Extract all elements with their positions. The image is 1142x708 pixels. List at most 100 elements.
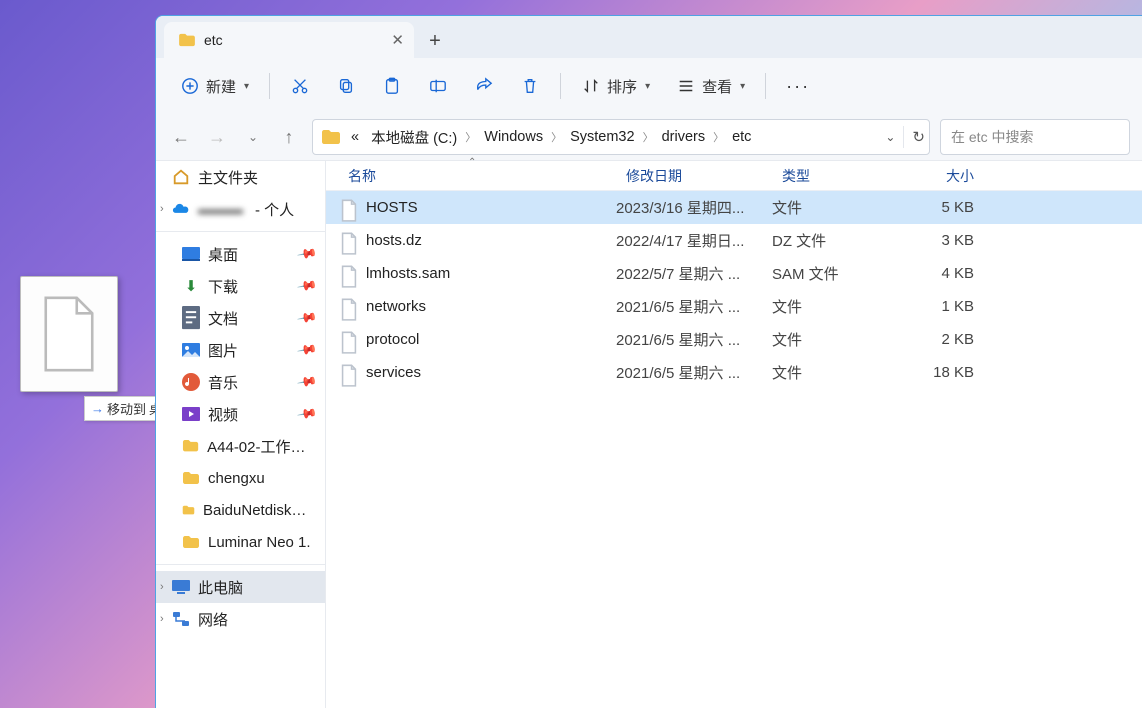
file-size: 2 KB: [902, 331, 984, 348]
breadcrumb[interactable]: 本地磁盘 (C:): [365, 127, 463, 148]
video-icon: [182, 405, 200, 423]
sidebar-item-label: 此电脑: [198, 577, 243, 598]
file-size: 5 KB: [902, 199, 984, 216]
view-button[interactable]: 查看 ▾: [666, 68, 755, 104]
new-label: 新建: [206, 76, 236, 97]
cloud-icon: [172, 200, 190, 218]
folder-icon: [182, 469, 200, 487]
file-type: 文件: [772, 362, 902, 383]
rename-button[interactable]: [418, 68, 458, 104]
breadcrumb[interactable]: drivers: [656, 129, 712, 145]
toolbar: 新建 ▾ 排序 ▾ 查看 ▾ ···: [156, 58, 1142, 114]
sidebar-item-folder[interactable]: BaiduNetdiskDownload: [156, 494, 325, 526]
sort-label: 排序: [607, 76, 637, 97]
plus-circle-icon: [180, 76, 200, 96]
file-name: lmhosts.sam: [366, 265, 450, 282]
tab-etc[interactable]: etc ✕: [164, 22, 414, 58]
arrow-icon: →: [91, 401, 104, 416]
sort-arrow-icon: ⌃: [468, 157, 476, 168]
sidebar-item-folder[interactable]: A44-02-工作总结: [156, 430, 325, 462]
file-type: SAM 文件: [772, 263, 902, 284]
tab-close-icon[interactable]: ✕: [391, 31, 404, 49]
recent-dropdown[interactable]: ⌄: [240, 124, 266, 150]
sidebar-item-desktop[interactable]: 桌面 📌: [156, 238, 325, 270]
file-icon: [340, 331, 358, 349]
document-icon: [182, 309, 200, 327]
file-row[interactable]: services2021/6/5 星期六 ...文件18 KB: [326, 356, 1142, 389]
file-row[interactable]: networks2021/6/5 星期六 ...文件1 KB: [326, 290, 1142, 323]
breadcrumb-overflow[interactable]: «: [345, 129, 365, 145]
paste-button[interactable]: [372, 68, 412, 104]
refresh-button[interactable]: ↻: [912, 128, 925, 146]
copy-icon: [336, 76, 356, 96]
clipboard-icon: [382, 76, 402, 96]
desktop-icon: [182, 245, 200, 263]
sidebar-item-music[interactable]: 音乐 📌: [156, 366, 325, 398]
file-size: 3 KB: [902, 232, 984, 249]
sidebar-onedrive-personal[interactable]: › ▬▬▬ - 个人: [156, 193, 325, 225]
column-type[interactable]: 类型: [772, 161, 902, 190]
new-tab-button[interactable]: +: [418, 24, 452, 58]
share-button[interactable]: [464, 68, 504, 104]
forward-button[interactable]: →: [204, 124, 230, 150]
sidebar-item-label: 图片: [208, 340, 238, 361]
sort-icon: [581, 76, 601, 96]
file-row[interactable]: lmhosts.sam2022/5/7 星期六 ...SAM 文件4 KB: [326, 257, 1142, 290]
sidebar-item-documents[interactable]: 文档📌: [156, 302, 325, 334]
sidebar-item-pictures[interactable]: 图片📌: [156, 334, 325, 366]
sidebar-item-label: 桌面: [208, 244, 238, 265]
tooltip-action: 移动到: [107, 399, 146, 418]
breadcrumb[interactable]: etc: [726, 129, 757, 145]
copy-button[interactable]: [326, 68, 366, 104]
file-type: 文件: [772, 197, 902, 218]
sidebar-item-downloads[interactable]: ⬇下载📌: [156, 270, 325, 302]
sidebar-item-label: BaiduNetdiskDownload: [203, 502, 315, 519]
file-type: 文件: [772, 296, 902, 317]
sidebar-item-folder[interactable]: chengxu: [156, 462, 325, 494]
sidebar-this-pc[interactable]: › 此电脑: [156, 571, 325, 603]
more-button[interactable]: ···: [776, 68, 820, 104]
chevron-right-icon: 〉: [711, 129, 726, 145]
delete-button[interactable]: [510, 68, 550, 104]
breadcrumb[interactable]: Windows: [478, 129, 549, 145]
drag-ghost-file: [20, 276, 118, 392]
file-icon: [340, 364, 358, 382]
sort-button[interactable]: 排序 ▾: [571, 68, 660, 104]
pc-icon: [172, 578, 190, 596]
sidebar-item-label: - 个人: [255, 199, 294, 220]
view-label: 查看: [702, 76, 732, 97]
column-date[interactable]: 修改日期: [616, 161, 772, 190]
sidebar-item-label: Luminar Neo 1.: [208, 534, 311, 551]
file-icon: [340, 265, 358, 283]
file-date: 2022/4/17 星期日...: [616, 230, 772, 251]
address-bar[interactable]: « 本地磁盘 (C:) 〉 Windows 〉 System32 〉 drive…: [312, 119, 930, 155]
breadcrumb[interactable]: System32: [564, 129, 640, 145]
sidebar-item-videos[interactable]: 视频📌: [156, 398, 325, 430]
cut-button[interactable]: [280, 68, 320, 104]
sidebar-item-label: 音乐: [208, 372, 238, 393]
new-button[interactable]: 新建 ▾: [170, 68, 259, 104]
file-date: 2022/5/7 星期六 ...: [616, 263, 772, 284]
pin-icon: 📌: [296, 371, 318, 393]
up-button[interactable]: ↑: [276, 124, 302, 150]
column-size[interactable]: 大小: [902, 161, 984, 190]
pin-icon: 📌: [296, 243, 318, 265]
separator: [765, 73, 766, 99]
column-headers: 名称 修改日期 类型 大小: [326, 161, 1142, 191]
chevron-down-icon: ▾: [740, 81, 745, 92]
folder-icon: [321, 129, 341, 145]
address-dropdown[interactable]: ⌄: [885, 130, 895, 144]
sidebar-home[interactable]: 主文件夹: [156, 161, 325, 193]
folder-icon: [182, 437, 199, 455]
search-input[interactable]: 在 etc 中搜索: [940, 119, 1130, 155]
file-row[interactable]: HOSTS2023/3/16 星期四...文件5 KB: [326, 191, 1142, 224]
back-button[interactable]: ←: [168, 124, 194, 150]
file-row[interactable]: protocol2021/6/5 星期六 ...文件2 KB: [326, 323, 1142, 356]
file-row[interactable]: hosts.dz2022/4/17 星期日...DZ 文件3 KB: [326, 224, 1142, 257]
sidebar-network[interactable]: › 网络: [156, 603, 325, 635]
scissors-icon: [290, 76, 310, 96]
sidebar-item-label: chengxu: [208, 470, 265, 487]
list-icon: [676, 76, 696, 96]
file-type: DZ 文件: [772, 230, 902, 251]
sidebar-item-folder[interactable]: Luminar Neo 1.: [156, 526, 325, 558]
